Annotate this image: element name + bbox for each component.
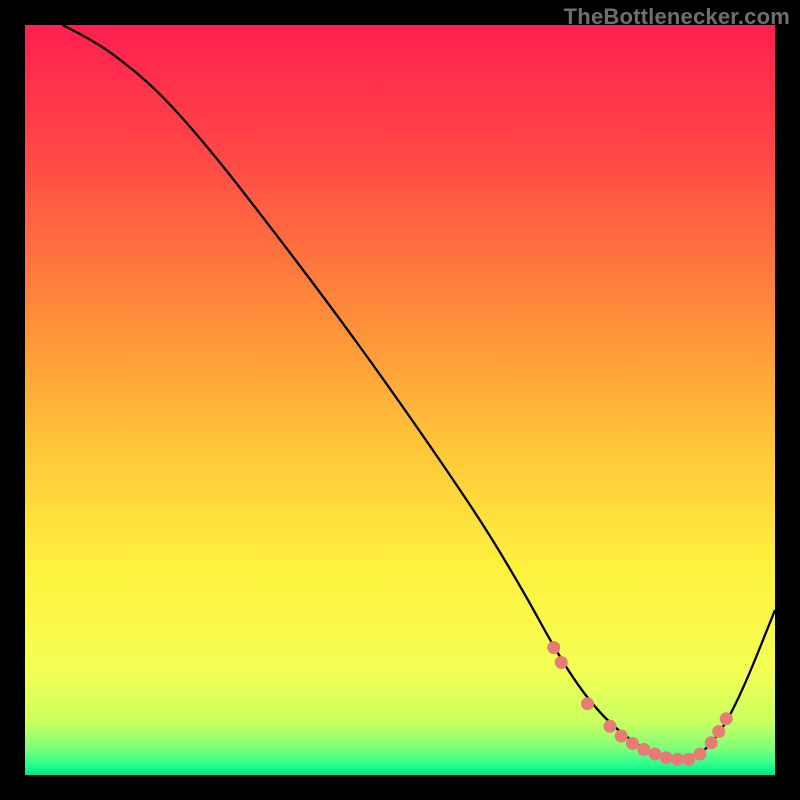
highlight-dot — [649, 748, 662, 761]
highlight-dot — [604, 720, 617, 733]
chart-frame: TheBottlenecker.com — [0, 0, 800, 800]
gradient-background — [25, 25, 775, 775]
highlight-dot — [705, 736, 718, 749]
highlight-dot — [555, 656, 568, 669]
highlight-dot — [671, 753, 684, 766]
highlight-dot — [547, 641, 560, 654]
highlight-dot — [626, 737, 639, 750]
highlight-dot — [581, 697, 594, 710]
watermark-text: TheBottlenecker.com — [564, 4, 790, 30]
highlight-dot — [720, 712, 733, 725]
highlight-dot — [694, 748, 707, 761]
highlight-dot — [637, 743, 650, 756]
highlight-dot — [712, 725, 725, 738]
highlight-dot — [660, 751, 673, 764]
highlight-dot — [615, 730, 628, 743]
chart-svg — [0, 0, 800, 800]
highlight-dot — [682, 753, 695, 766]
